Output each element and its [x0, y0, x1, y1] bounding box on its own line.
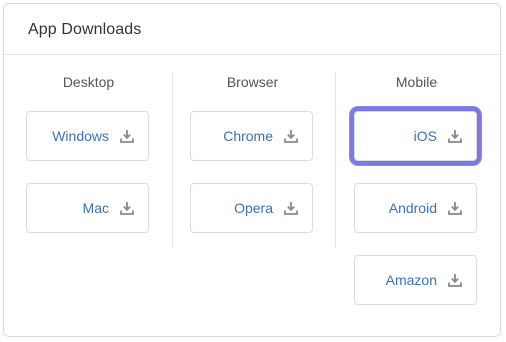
download-opera-button[interactable]: Opera: [190, 183, 313, 233]
button-label: iOS: [413, 128, 437, 144]
column-heading-browser: Browser: [226, 74, 279, 90]
download-amazon-button[interactable]: Amazon: [354, 255, 477, 305]
column-divider: [335, 72, 336, 248]
download-icon: [448, 130, 462, 143]
button-label: Opera: [234, 200, 273, 216]
panel-header: App Downloads: [4, 4, 500, 55]
download-icon: [284, 130, 298, 143]
download-icon: [448, 202, 462, 215]
column-divider: [172, 72, 173, 248]
download-icon: [284, 202, 298, 215]
button-label: Chrome: [223, 128, 273, 144]
download-android-button[interactable]: Android: [354, 183, 477, 233]
download-icon: [448, 274, 462, 287]
app-downloads-panel: App Downloads Desktop Windows Mac Browse…: [3, 3, 501, 337]
button-label: Android: [388, 200, 437, 216]
download-mac-button[interactable]: Mac: [26, 183, 149, 233]
download-icon: [120, 202, 134, 215]
button-label: Mac: [82, 200, 109, 216]
column-heading-desktop: Desktop: [62, 74, 115, 90]
panel-title: App Downloads: [28, 21, 142, 38]
download-windows-button[interactable]: Windows: [26, 111, 149, 161]
button-label: Amazon: [385, 272, 437, 288]
download-chrome-button[interactable]: Chrome: [190, 111, 313, 161]
download-ios-button[interactable]: iOS: [354, 111, 477, 161]
download-icon: [120, 130, 134, 143]
button-label: Windows: [52, 128, 109, 144]
column-heading-mobile: Mobile: [395, 74, 438, 90]
